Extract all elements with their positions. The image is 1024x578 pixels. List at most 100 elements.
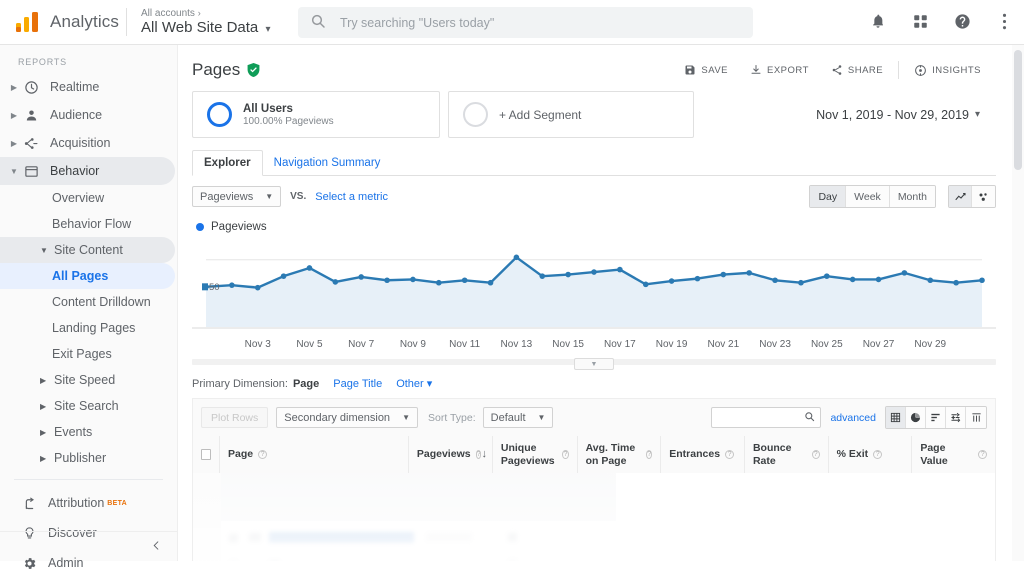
sidebar-item-audience[interactable]: ▶ Audience — [0, 101, 175, 129]
sidebar-item-events[interactable]: ▶ Events — [0, 419, 175, 445]
sidebar-item-label: Behavior — [50, 164, 100, 178]
column-label: Page — [228, 448, 254, 461]
apps-grid-icon[interactable] — [910, 11, 930, 31]
export-button[interactable]: EXPORT — [739, 59, 820, 81]
sidebar-item-realtime[interactable]: ▶ Realtime — [0, 73, 175, 101]
line-chart-icon[interactable] — [949, 186, 972, 207]
date-range-picker[interactable]: Nov 1, 2019 - Nov 29, 2019 ▾ — [816, 91, 996, 138]
info-icon[interactable]: ? — [562, 450, 569, 459]
sidebar-item-all-pages[interactable]: All Pages — [0, 263, 175, 289]
sidebar-item-site-search[interactable]: ▶ Site Search — [0, 393, 175, 419]
pageviews-chart[interactable]: 50 — [192, 239, 996, 339]
property-name[interactable]: All Web Site Data ▾ — [141, 19, 270, 36]
plot-rows-button[interactable]: Plot Rows — [201, 407, 269, 428]
sidebar-item-landing-pages[interactable]: Landing Pages — [0, 315, 175, 341]
pie-view-icon[interactable] — [906, 407, 926, 428]
arrow-down-icon[interactable]: ↓ — [481, 448, 487, 461]
tab-navigation-summary[interactable]: Navigation Summary — [263, 151, 392, 175]
sidebar-item-content-drilldown[interactable]: Content Drilldown — [0, 289, 175, 315]
tab-explorer[interactable]: Explorer — [192, 150, 263, 176]
table-row[interactable] — [221, 525, 617, 551]
info-icon[interactable]: ? — [646, 450, 653, 459]
primary-dimension-page-title[interactable]: Page Title — [333, 378, 382, 390]
bell-icon[interactable] — [868, 11, 888, 31]
search-box[interactable] — [298, 7, 753, 38]
chart-collapse-handle[interactable]: ▼ — [574, 358, 614, 370]
more-vert-icon[interactable] — [994, 11, 1014, 31]
insights-button[interactable]: INSIGHTS — [903, 59, 992, 81]
table-search-box[interactable] — [711, 407, 822, 428]
select-all-checkbox[interactable] — [193, 436, 219, 473]
metric-select[interactable]: Pageviews ▼ — [192, 186, 282, 207]
table-column-header[interactable]: % Exit? — [827, 436, 912, 473]
sidebar-subitem-label: Behavior Flow — [52, 217, 132, 231]
granularity-label: Month — [897, 190, 927, 203]
table-column-header[interactable]: Page? — [219, 436, 408, 473]
date-range-label: Nov 1, 2019 - Nov 29, 2019 — [816, 107, 969, 122]
sidebar-item-site-speed[interactable]: ▶ Site Speed — [0, 367, 175, 393]
table-column-header[interactable]: Page Value? — [911, 436, 995, 473]
scatter-chart-icon[interactable] — [972, 186, 995, 207]
table-row[interactable] — [221, 551, 617, 561]
legend-color-dot — [196, 223, 204, 231]
table-search-input[interactable] — [717, 410, 805, 425]
bar-view-icon[interactable] — [926, 407, 946, 428]
search-input[interactable] — [338, 14, 741, 31]
info-icon[interactable]: ? — [811, 450, 820, 459]
info-icon[interactable]: ? — [873, 450, 883, 459]
help-icon[interactable] — [952, 11, 972, 31]
info-icon[interactable]: ? — [978, 450, 988, 459]
add-segment-button[interactable]: + Add Segment — [448, 91, 694, 138]
x-axis-tick-label: Nov 17 — [604, 339, 636, 350]
share-button[interactable]: SHARE — [820, 59, 894, 81]
table-header-row: Page? Pageviews? ↓ Unique Pageviews? Avg. Ti… — [193, 436, 995, 473]
info-icon[interactable]: ? — [258, 450, 268, 459]
segment-row: All Users 100.00% Pageviews + Add Segmen… — [178, 81, 1010, 138]
share-icon — [831, 64, 843, 76]
chart-rail[interactable]: ▼ — [192, 358, 996, 370]
column-label: Unique Pageviews — [500, 441, 555, 467]
sidebar-item-behavior[interactable]: ▼ Behavior — [0, 157, 175, 185]
sidebar-item-acquisition[interactable]: ▶ Acquisition — [0, 129, 175, 157]
primary-dimension-current[interactable]: Page — [293, 378, 319, 390]
account-breadcrumb[interactable]: All accounts › — [141, 8, 270, 20]
table-column-header[interactable]: Pageviews? ↓ — [407, 436, 492, 473]
sidebar-item-publisher[interactable]: ▶ Publisher — [0, 445, 175, 471]
sidebar-item-overview[interactable]: Overview — [0, 185, 175, 211]
granularity-month[interactable]: Month — [889, 186, 935, 207]
table-column-header[interactable]: Unique Pageviews? — [491, 436, 577, 473]
primary-dimension-other[interactable]: Other ▾ — [396, 377, 432, 390]
table-controls: Plot Rows Secondary dimension ▼ Sort Typ… — [192, 398, 996, 436]
secondary-dimension-select[interactable]: Secondary dimension ▼ — [276, 407, 418, 428]
granularity-week[interactable]: Week — [846, 186, 890, 207]
page-scrollbar-thumb[interactable] — [1014, 50, 1022, 170]
sidebar-item-behavior-flow[interactable]: Behavior Flow — [0, 211, 175, 237]
sidebar-item-attribution[interactable]: Attribution BETA — [0, 488, 177, 518]
segment-all-users[interactable]: All Users 100.00% Pageviews — [192, 91, 440, 138]
sidebar-item-label: Audience — [50, 108, 103, 122]
search-icon[interactable] — [804, 411, 815, 425]
granularity-day[interactable]: Day — [810, 186, 847, 207]
vs-label: VS. — [290, 191, 307, 202]
sidebar-subitem-label: All Pages — [52, 269, 109, 283]
table-body[interactable] — [193, 473, 995, 561]
chevron-down-icon: ▼ — [537, 413, 546, 422]
pivot-view-icon[interactable] — [966, 407, 986, 428]
tab-label: Explorer — [204, 157, 251, 169]
table-column-header[interactable]: Entrances? — [660, 436, 744, 473]
table-column-header[interactable]: Avg. Time on Page? — [576, 436, 661, 473]
sidebar-item-site-content[interactable]: ▼ Site Content — [0, 237, 175, 263]
page-scrollbar-track[interactable] — [1012, 45, 1024, 561]
save-button[interactable]: SAVE — [673, 59, 739, 81]
info-icon[interactable]: ? — [725, 450, 735, 459]
table-column-header[interactable]: Bounce Rate? — [743, 436, 828, 473]
secondary-dimension-label: Secondary dimension — [284, 411, 391, 424]
sort-type-select[interactable]: Default ▼ — [482, 407, 554, 428]
table-view-icon[interactable] — [886, 407, 906, 428]
advanced-link[interactable]: advanced — [830, 412, 876, 424]
sidebar-collapse-button[interactable] — [0, 531, 178, 561]
property-selector[interactable]: All accounts › All Web Site Data ▾ — [141, 8, 270, 37]
sidebar-item-exit-pages[interactable]: Exit Pages — [0, 341, 175, 367]
comparison-view-icon[interactable] — [946, 407, 966, 428]
logo-area[interactable]: Analytics — [0, 12, 120, 32]
